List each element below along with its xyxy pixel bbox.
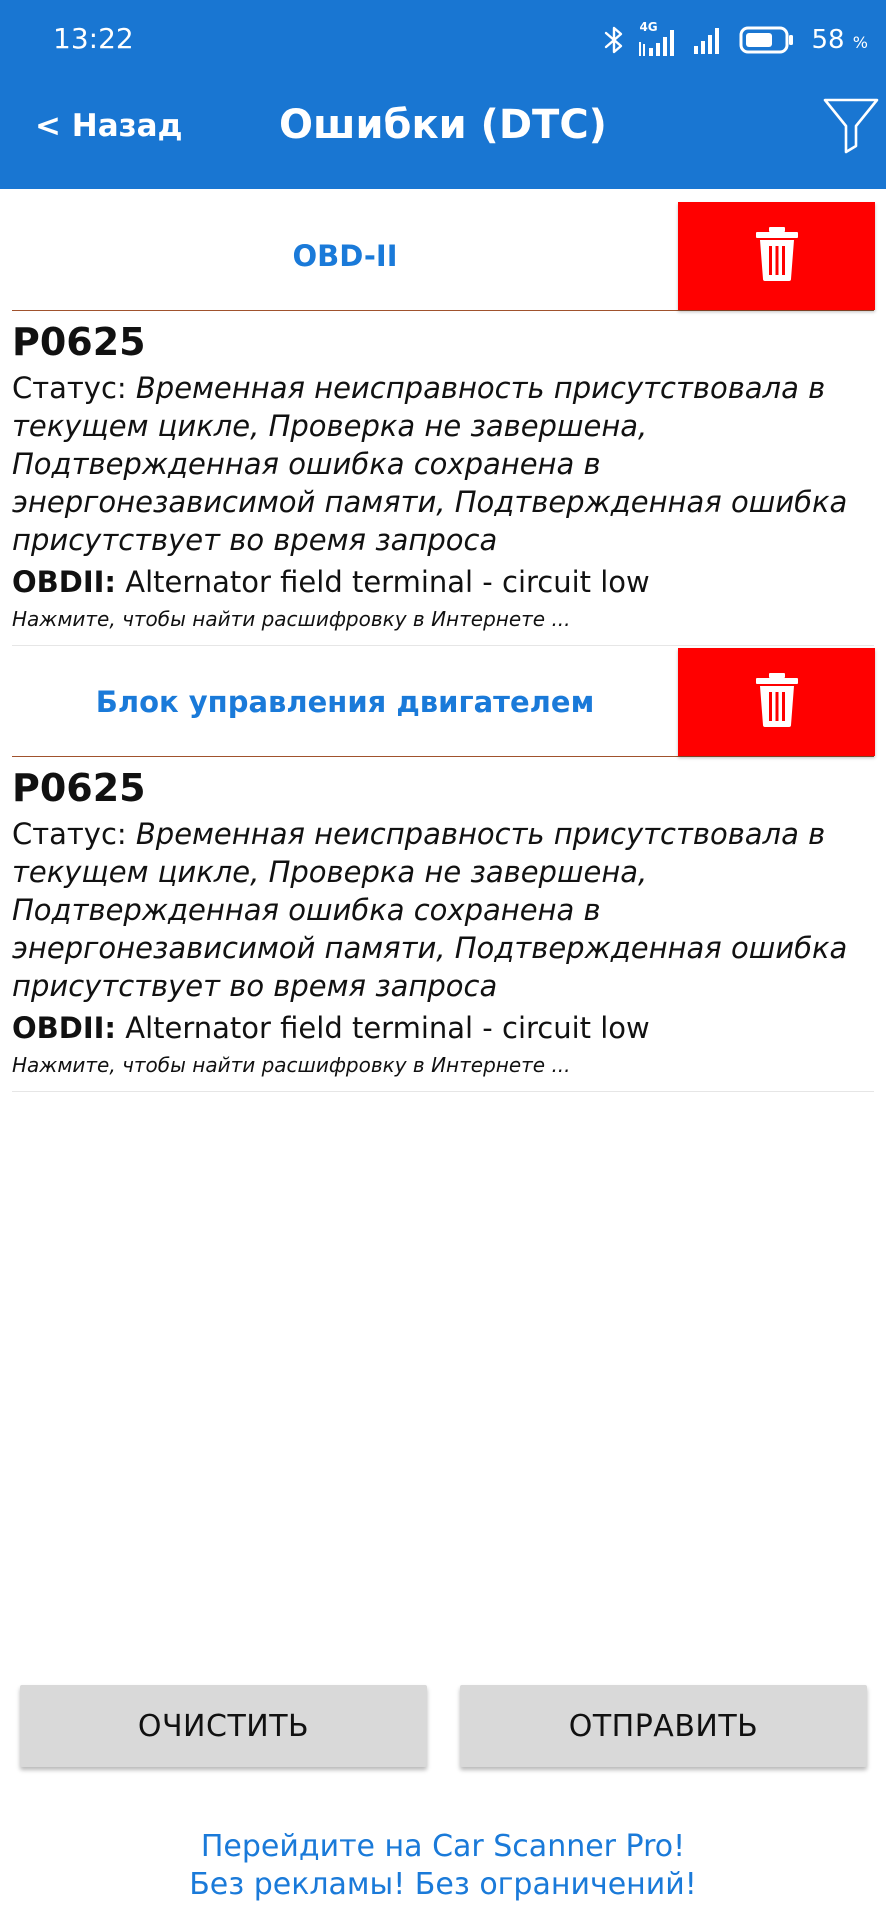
trash-icon [755, 672, 799, 732]
dtc-entry[interactable]: P0625 Статус: Временная неисправность пр… [12, 757, 874, 1092]
section-title[interactable]: Блок управления двигателем [12, 648, 678, 756]
section-header-obd2: OBD-II [12, 202, 875, 311]
filter-icon [822, 98, 880, 158]
clear-button[interactable]: ОЧИСТИТЬ [20, 1685, 427, 1767]
section-title[interactable]: OBD-II [12, 202, 678, 310]
upgrade-promo-link[interactable]: Перейдите на Car Scanner Pro! Без реклам… [0, 1828, 886, 1904]
delete-button[interactable] [678, 202, 875, 310]
dtc-code: P0625 [12, 320, 146, 364]
battery-percent: 58 % [811, 25, 868, 55]
app-header: 13:22 4G 58 % < Назад Ошибки (DTC) [0, 0, 886, 189]
battery-icon [739, 25, 795, 55]
dtc-status: Статус: Временная неисправность присутст… [12, 371, 848, 557]
dtc-status: Статус: Временная неисправность присутст… [12, 817, 848, 1003]
status-time: 13:22 [53, 22, 134, 55]
search-online-hint[interactable]: Нажмите, чтобы найти расшифровку в Интер… [12, 604, 874, 634]
status-bar: 13:22 4G 58 % [0, 0, 886, 78]
delete-button[interactable] [678, 648, 875, 756]
signal-icon [691, 24, 727, 56]
dtc-entry[interactable]: P0625 Статус: Временная неисправность пр… [12, 311, 874, 646]
status-icons: 4G 58 % [603, 20, 868, 60]
bluetooth-icon [603, 24, 625, 56]
page-title: Ошибки (DTC) [279, 102, 607, 148]
dtc-description: OBDII: Alternator field terminal - circu… [12, 565, 650, 599]
filter-button[interactable] [822, 96, 880, 154]
promo-line-1: Перейдите на Car Scanner Pro! [200, 1829, 686, 1864]
dtc-code: P0625 [12, 766, 146, 810]
signal-4g-icon: 4G [637, 20, 679, 58]
send-button[interactable]: ОТПРАВИТЬ [460, 1685, 867, 1767]
section-header-engine: Блок управления двигателем [12, 648, 875, 757]
promo-line-2: Без рекламы! Без ограничений! [189, 1867, 697, 1902]
search-online-hint[interactable]: Нажмите, чтобы найти расшифровку в Интер… [12, 1050, 874, 1080]
dtc-description: OBDII: Alternator field terminal - circu… [12, 1011, 650, 1045]
nav-bar: < Назад Ошибки (DTC) [0, 78, 886, 189]
trash-icon [755, 226, 799, 286]
